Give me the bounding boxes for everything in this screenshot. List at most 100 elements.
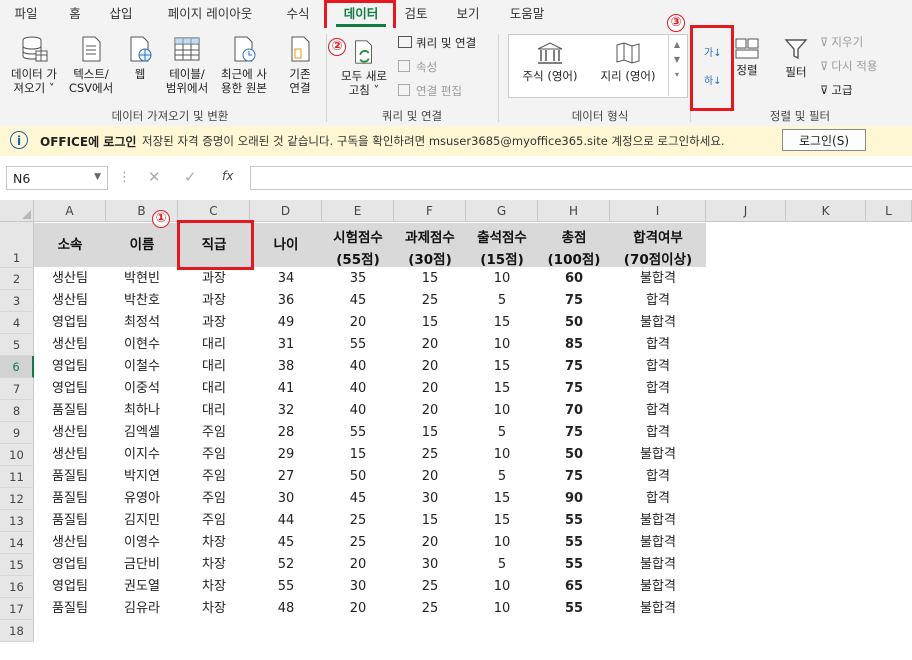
column-header-k[interactable]: K — [786, 200, 866, 222]
table-cell[interactable]: 31 — [250, 334, 322, 356]
table-cell[interactable]: 29 — [250, 444, 322, 466]
table-cell[interactable]: 품질팀 — [34, 598, 106, 620]
table-cell[interactable]: 유영아 — [106, 488, 178, 510]
table-cell[interactable]: 50 — [538, 444, 610, 466]
table-cell[interactable]: 38 — [250, 356, 322, 378]
table-cell[interactable]: 합격 — [610, 334, 706, 356]
table-cell[interactable]: 20 — [322, 554, 394, 576]
table-cell[interactable]: 50 — [538, 312, 610, 334]
geography-data-type[interactable]: 지리 (영어) — [592, 40, 664, 83]
table-cell[interactable]: 10 — [466, 532, 538, 554]
table-cell[interactable]: 25 — [394, 598, 466, 620]
table-cell[interactable]: 이철수 — [106, 356, 178, 378]
table-cell[interactable]: 합격 — [610, 488, 706, 510]
table-cell[interactable]: 합격 — [610, 290, 706, 312]
table-cell[interactable]: 이중석 — [106, 378, 178, 400]
table-cell[interactable]: 영업팀 — [34, 378, 106, 400]
table-cell[interactable]: 20 — [322, 598, 394, 620]
row-header-14[interactable]: 14 — [0, 532, 34, 554]
table-cell[interactable]: 차장 — [178, 532, 250, 554]
table-cell[interactable]: 불합격 — [610, 444, 706, 466]
table-cell[interactable]: 45 — [322, 488, 394, 510]
table-cell[interactable]: 20 — [394, 466, 466, 488]
table-cell[interactable]: 75 — [538, 290, 610, 312]
row-header-7[interactable]: 7 — [0, 378, 34, 400]
header-cell[interactable]: 합격여부 (70점이상) — [610, 223, 706, 268]
table-cell[interactable]: 45 — [322, 290, 394, 312]
table-cell[interactable]: 품질팀 — [34, 488, 106, 510]
text-csv-button[interactable]: 텍스트/ CSV에서 — [64, 34, 118, 95]
column-header-j[interactable]: J — [706, 200, 786, 222]
name-box[interactable]: N6 ▼ — [6, 166, 108, 190]
table-cell[interactable]: 50 — [322, 466, 394, 488]
table-cell[interactable]: 27 — [250, 466, 322, 488]
select-all-corner[interactable] — [0, 200, 34, 222]
queries-connections-button[interactable]: 쿼리 및 연결 — [398, 34, 476, 52]
table-cell[interactable]: 25 — [322, 532, 394, 554]
table-cell[interactable]: 불합격 — [610, 576, 706, 598]
table-cell[interactable]: 85 — [538, 334, 610, 356]
table-cell[interactable]: 20 — [394, 334, 466, 356]
tab-file[interactable]: 파일 — [8, 4, 44, 24]
table-cell[interactable]: 75 — [538, 356, 610, 378]
row-header-5[interactable]: 5 — [0, 334, 34, 356]
table-cell[interactable]: 주임 — [178, 444, 250, 466]
chevron-up-icon[interactable]: ▲ — [669, 40, 685, 49]
row-header-10[interactable]: 10 — [0, 444, 34, 466]
column-header-h[interactable]: H — [538, 200, 610, 222]
table-cell[interactable]: 10 — [466, 444, 538, 466]
existing-connections-button[interactable]: 기존 연결 — [280, 34, 320, 95]
table-cell[interactable]: 생산팀 — [34, 334, 106, 356]
table-cell[interactable]: 차장 — [178, 554, 250, 576]
gallery-scroll[interactable]: ▲ ▼ ▾ — [668, 34, 685, 96]
table-cell[interactable]: 35 — [322, 268, 394, 290]
table-cell[interactable]: 영업팀 — [34, 576, 106, 598]
table-cell[interactable]: 75 — [538, 466, 610, 488]
table-cell[interactable]: 34 — [250, 268, 322, 290]
row-header-6[interactable]: 6 — [0, 356, 34, 378]
table-cell[interactable]: 생산팀 — [34, 290, 106, 312]
edit-links-button[interactable]: 연결 편집 — [398, 82, 462, 100]
table-cell[interactable]: 합격 — [610, 466, 706, 488]
table-cell[interactable]: 이영수 — [106, 532, 178, 554]
tab-help[interactable]: 도움말 — [502, 4, 552, 24]
table-cell[interactable]: 김지민 — [106, 510, 178, 532]
table-cell[interactable]: 불합격 — [610, 312, 706, 334]
table-cell[interactable]: 금단비 — [106, 554, 178, 576]
table-cell[interactable]: 15 — [394, 268, 466, 290]
table-cell[interactable]: 합격 — [610, 400, 706, 422]
table-cell[interactable]: 10 — [466, 598, 538, 620]
table-cell[interactable]: 55 — [322, 334, 394, 356]
table-cell[interactable]: 불합격 — [610, 268, 706, 290]
tab-insert[interactable]: 삽입 — [102, 4, 140, 24]
table-cell[interactable]: 주임 — [178, 422, 250, 444]
table-cell[interactable]: 15 — [394, 422, 466, 444]
get-data-button[interactable]: 데이터 가 져오기 ˅ — [6, 34, 62, 95]
recent-sources-button[interactable]: 최근에 사 용한 원본 — [214, 34, 274, 95]
login-button[interactable]: 로그인(S) — [782, 129, 866, 151]
table-cell[interactable]: 55 — [538, 598, 610, 620]
table-cell[interactable]: 32 — [250, 400, 322, 422]
column-header-a[interactable]: A — [34, 200, 106, 222]
row-header-11[interactable]: 11 — [0, 466, 34, 488]
table-cell[interactable]: 15 — [394, 312, 466, 334]
column-header-l[interactable]: L — [866, 200, 912, 222]
table-cell[interactable]: 15 — [466, 312, 538, 334]
reapply-button[interactable]: ⊽ 다시 적용 — [820, 57, 877, 75]
row-header-12[interactable]: 12 — [0, 488, 34, 510]
table-cell[interactable]: 대리 — [178, 378, 250, 400]
column-header-e[interactable]: E — [322, 200, 394, 222]
more-options-icon[interactable]: ⋮ — [118, 170, 131, 185]
row-header-15[interactable]: 15 — [0, 554, 34, 576]
table-cell[interactable]: 생산팀 — [34, 444, 106, 466]
table-cell[interactable]: 25 — [394, 576, 466, 598]
column-header-c[interactable]: C — [178, 200, 250, 222]
tab-review[interactable]: 검토 — [398, 4, 434, 24]
table-cell[interactable]: 25 — [394, 290, 466, 312]
row-header-9[interactable]: 9 — [0, 422, 34, 444]
table-cell[interactable]: 25 — [394, 444, 466, 466]
table-cell[interactable]: 40 — [322, 400, 394, 422]
table-cell[interactable]: 생산팀 — [34, 422, 106, 444]
row-header-18[interactable]: 18 — [0, 620, 34, 642]
table-cell[interactable]: 90 — [538, 488, 610, 510]
